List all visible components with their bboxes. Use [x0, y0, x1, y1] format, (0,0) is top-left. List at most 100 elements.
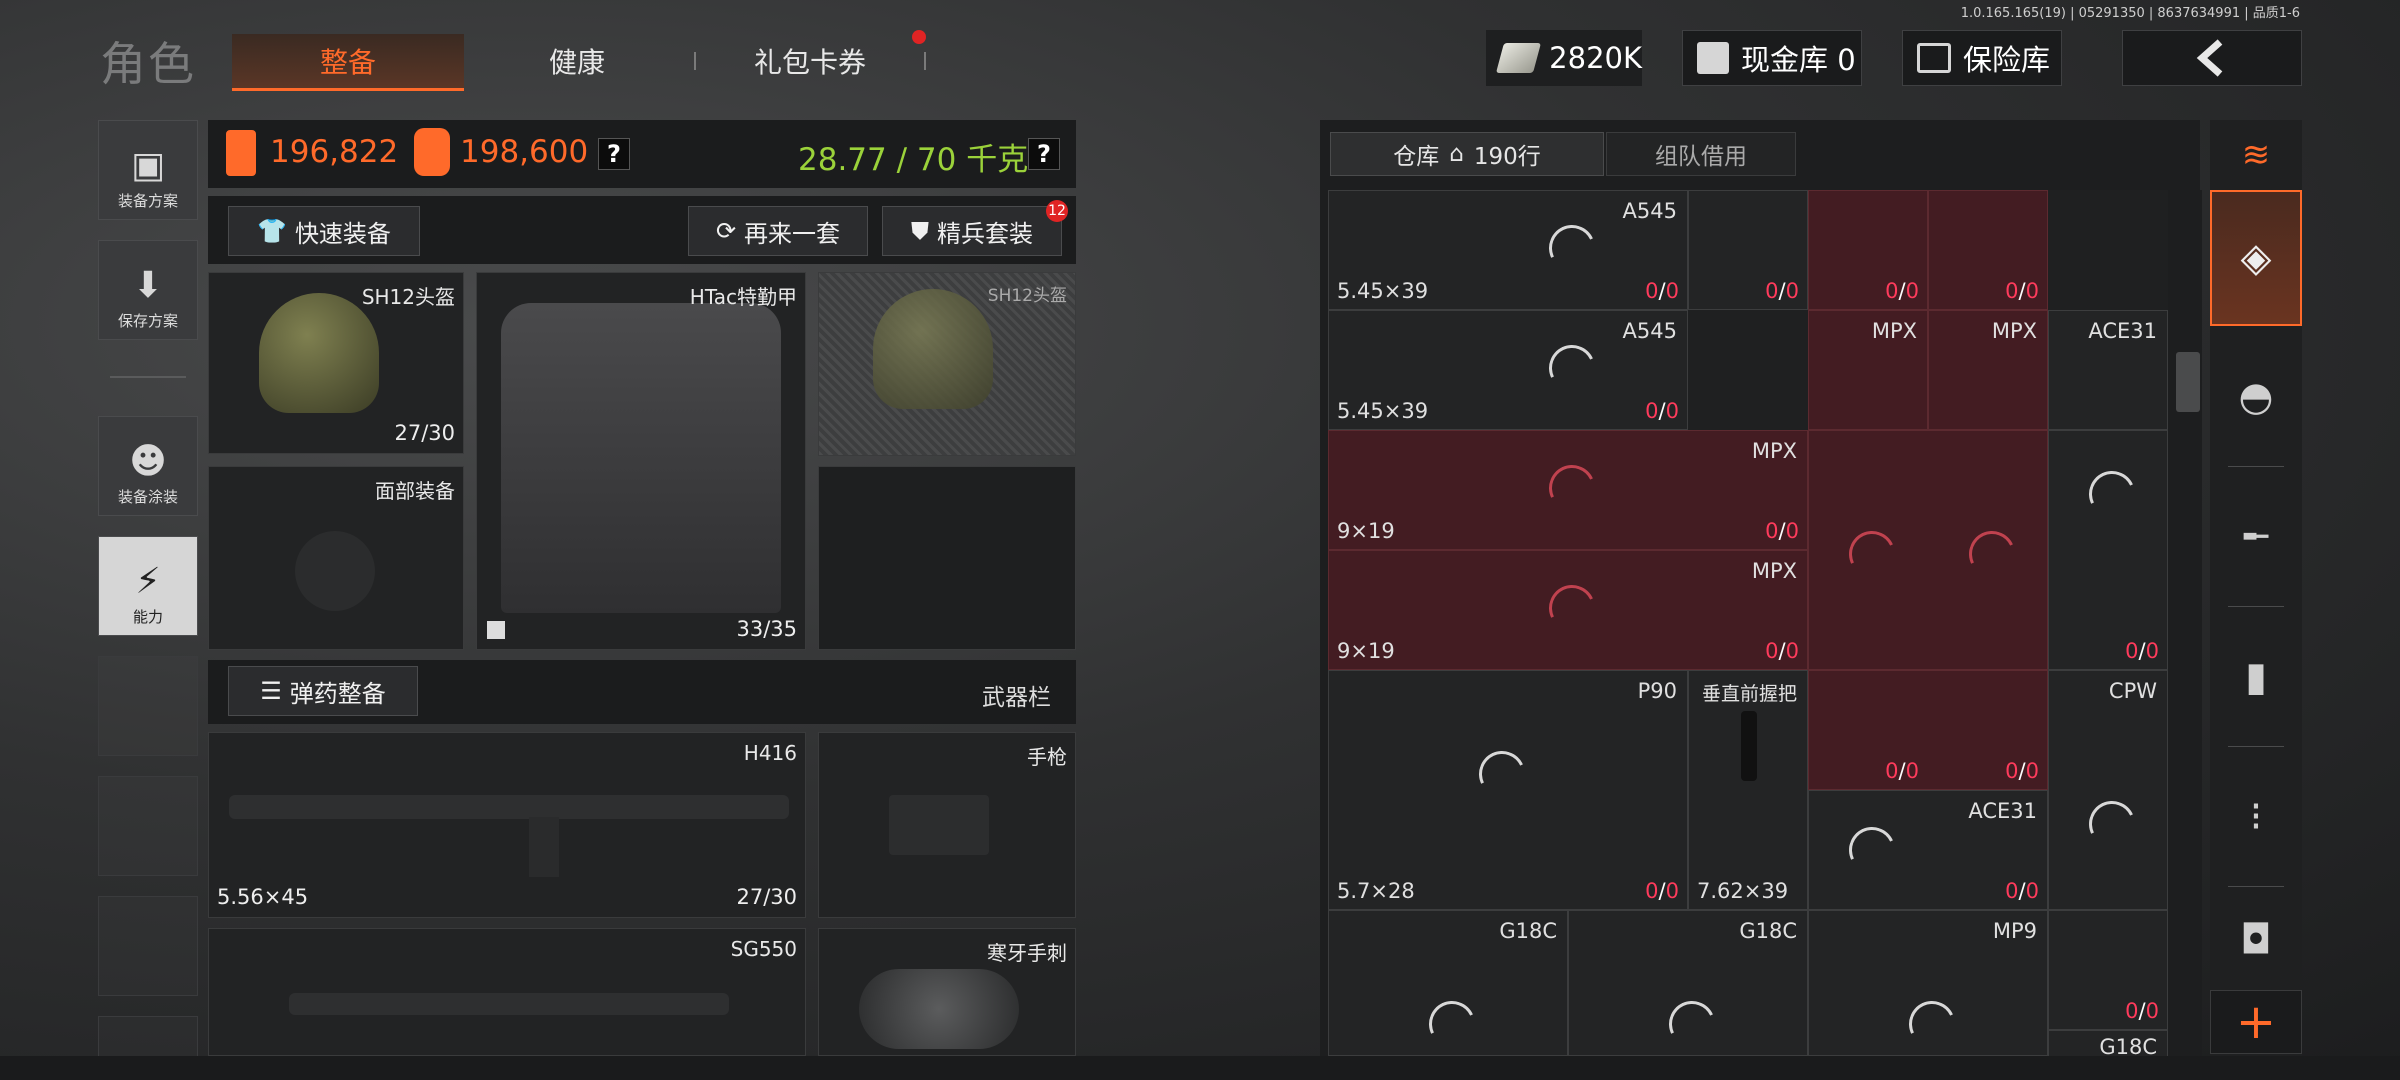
loading-spinner [1542, 578, 1602, 638]
helmet-icon[interactable]: ◓ [2210, 332, 2302, 462]
loading-spinner [1962, 524, 2022, 584]
sidebar-item-label: 装备方案 [117, 192, 178, 210]
money-display: 2820K [1486, 30, 1642, 86]
backpack-icon [226, 130, 256, 176]
sidebar-item-label: 保存方案 [117, 312, 178, 330]
plus-icon[interactable]: + [2210, 990, 2302, 1054]
rifle-icon[interactable]: ╾ [2210, 472, 2302, 602]
layers-refresh-icon[interactable]: ≋ [2210, 120, 2302, 190]
warehouse-cell[interactable]: MP9 [1808, 910, 2048, 1056]
pistol-slot[interactable]: 手枪 [818, 732, 1076, 918]
sidebar-item-save-plan[interactable]: ⬇ 保存方案 [98, 240, 198, 340]
warehouse-cell[interactable]: G18C [1328, 910, 1568, 1056]
scrollbar-thumb[interactable] [2176, 352, 2200, 412]
value-2: 198,600 [460, 134, 589, 170]
warehouse-cell[interactable]: MPX 9×19 0/0 [1328, 550, 1808, 670]
ammo-icon[interactable]: ⁝ [2210, 752, 2302, 882]
warehouse-cell[interactable]: 0/0 [2048, 910, 2168, 1030]
magazine-icon[interactable]: ▮ [2210, 612, 2302, 742]
info-icon [487, 621, 505, 639]
again-label: 再来一套 [744, 219, 841, 248]
tab-warehouse[interactable]: 仓库 ⌂ 190行 [1330, 132, 1604, 176]
helmet-slot[interactable]: SH12头盔 27/30 [208, 272, 464, 454]
cell-count: 0/0 [1645, 279, 1679, 303]
cell-name: G18C [1499, 919, 1557, 943]
helmet-preview-slot[interactable]: SH12头盔 [818, 272, 1076, 456]
scope-icon[interactable]: ◘ [2210, 892, 2302, 988]
cash-vault-button[interactable]: 现金库 0 [1682, 30, 1862, 86]
loading-spinner [1662, 994, 1722, 1054]
warehouse-cell[interactable]: P90 5.7×28 0/0 [1328, 670, 1688, 910]
melee-image [859, 969, 1019, 1049]
cell-count: 0/0 [1765, 639, 1799, 663]
warehouse-cell[interactable]: 0/0 0/0 [1808, 670, 2048, 790]
empty-gear-slot[interactable] [818, 466, 1076, 650]
warehouse-cell[interactable]: A545 5.45×39 0/0 [1328, 310, 1688, 430]
warehouse-cell[interactable]: 0/0 [1808, 190, 1928, 310]
back-button[interactable] [2122, 30, 2302, 86]
warehouse-cell[interactable]: MPX [1808, 310, 1928, 430]
primary-durability: 27/30 [736, 885, 797, 909]
helmet-preview-name: SH12头盔 [987, 286, 1067, 306]
tab-gift-coupons[interactable]: 礼包卡券 [700, 34, 920, 88]
scrollbar-track[interactable] [2176, 190, 2202, 1056]
secondary-weapon-slot[interactable]: SG550 [208, 928, 806, 1056]
cell-name: ACE31 [1968, 799, 2037, 823]
ammo-list-icon: ☰ [260, 677, 282, 705]
layers-icon[interactable]: ◈ [2210, 190, 2302, 326]
help-button[interactable]: ? [598, 138, 630, 170]
cell-name: ACE31 [2088, 319, 2157, 343]
cell-caliber: 5.45×39 [1337, 279, 1429, 303]
warehouse-cell[interactable]: G18C [1568, 910, 1808, 1056]
notification-dot [912, 30, 926, 44]
ammo-equip-button[interactable]: ☰ 弹药整备 [228, 666, 418, 716]
helmet-durability: 27/30 [394, 421, 455, 445]
warehouse-cell[interactable]: MPX [1928, 310, 2048, 430]
primary-weapon-slot[interactable]: H416 5.56×45 27/30 [208, 732, 806, 918]
secondary-weapon-name: SG550 [730, 937, 797, 961]
helmet-name: SH12头盔 [361, 285, 455, 309]
warehouse-cell[interactable] [1808, 430, 2048, 670]
warehouse-cell[interactable]: G18C [2048, 1030, 2168, 1056]
tab-health[interactable]: 健康 [464, 34, 690, 88]
weight-help-button[interactable]: ? [1028, 138, 1060, 170]
tab-team-borrow[interactable]: 组队借用 [1606, 132, 1796, 176]
warehouse-cell[interactable]: A545 5.45×39 0/0 [1328, 190, 1688, 310]
cell-count: 0/0 [2125, 999, 2159, 1023]
sidebar-item-gear-plan[interactable]: ▣ 装备方案 [98, 120, 198, 220]
safe-box-button[interactable]: 保险库 [1902, 30, 2062, 86]
tab-warehouse-count: 190行 [1473, 144, 1541, 170]
warehouse-cell[interactable]: ACE31 0/0 [1808, 790, 2048, 910]
cash-vault-icon [1697, 42, 1729, 74]
armor-slot[interactable]: HTac特勤甲 33/35 [476, 272, 806, 650]
warehouse-cell[interactable]: 0/0 [2048, 430, 2168, 670]
weapon-bar-label: 武器栏 [982, 685, 1051, 711]
face-slot[interactable]: 面部装备 [208, 466, 464, 650]
sidebar-item-label: 装备涂装 [117, 488, 178, 506]
chevron-left-icon [2196, 39, 2223, 77]
loading-spinner [1542, 218, 1602, 278]
vest-icon: ▣ [130, 145, 165, 186]
warehouse-cell[interactable]: 0/0 [1928, 190, 2048, 310]
warehouse-cell[interactable]: ACE31 [2048, 310, 2168, 430]
quick-equip-button[interactable]: 👕 快速装备 [228, 206, 420, 256]
cell-count: 0/0 [2005, 279, 2039, 303]
again-button[interactable]: ⟳ 再来一套 [688, 206, 868, 256]
tab-divider [924, 52, 926, 70]
elite-set-button[interactable]: ⛊ 精兵套装 [882, 206, 1062, 256]
cell-count: 0/0 [1885, 279, 1919, 303]
safe-icon [1917, 43, 1951, 73]
tab-gear[interactable]: 整备 [232, 34, 464, 91]
loading-spinner [1422, 994, 1482, 1054]
warehouse-cell[interactable]: 垂直前握把 7.62×39 [1688, 670, 1808, 910]
rifle-image [289, 993, 729, 1015]
warehouse-cell[interactable]: CPW [2048, 670, 2168, 910]
cell-caliber: 5.7×28 [1337, 879, 1415, 903]
cell-name: P90 [1637, 679, 1677, 703]
warehouse-cell[interactable]: MPX 9×19 0/0 [1328, 430, 1808, 550]
sidebar-item-paint[interactable]: ☻ 装备涂装 [98, 416, 198, 516]
melee-slot[interactable]: 寒牙手刺 [818, 928, 1076, 1056]
sidebar-item-ability[interactable]: ⚡ 能力 [98, 536, 198, 636]
warehouse-cell[interactable]: 0/0 [1688, 190, 1808, 310]
cell-caliber: 9×19 [1337, 519, 1395, 543]
